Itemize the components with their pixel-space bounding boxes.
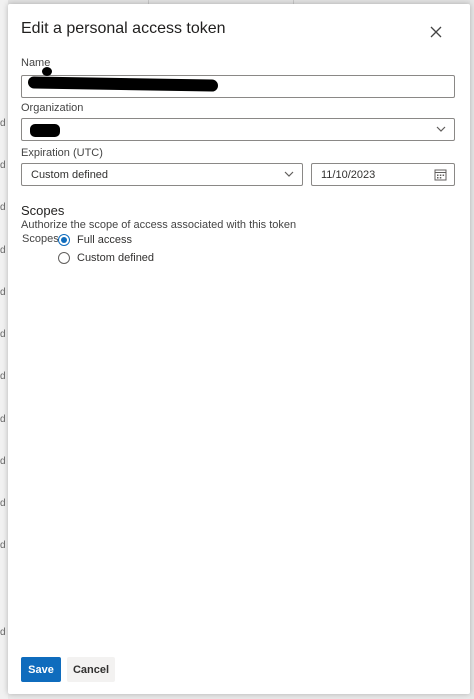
radio-label: Custom defined [77,252,155,264]
redacted-name-value [42,67,52,76]
background-text: d [0,118,6,129]
background-text: d [0,202,6,213]
organization-label: Organization [21,102,84,114]
expiration-label: Expiration (UTC) [21,147,103,159]
background-text: d [0,456,6,467]
calendar-icon[interactable] [434,168,447,181]
radio-button[interactable] [58,252,70,264]
redacted-organization-value [30,124,60,137]
background-text: d [0,245,6,256]
dialog-title: Edit a personal access token [21,20,226,37]
background-text: d [0,287,6,298]
chevron-down-icon [436,126,446,132]
expiration-dropdown[interactable]: Custom defined [21,163,303,186]
background-text: d [0,329,6,340]
background-text: d [0,414,6,425]
background-page-right-edge [470,0,474,699]
scopes-description: Authorize the scope of access associated… [21,219,297,231]
save-button[interactable]: Save [21,657,61,682]
expiration-date-picker[interactable]: 11/10/2023 [311,163,455,186]
redacted-name-value [28,76,218,92]
expiration-selected-value: Custom defined [31,169,109,181]
organization-dropdown[interactable] [21,118,455,141]
edit-token-dialog: Edit a personal access token Name Organi… [8,4,470,694]
scopes-section-title: Scopes [21,203,65,218]
radio-custom-defined[interactable]: Custom defined [58,252,154,264]
radio-label: Full access [77,234,133,246]
background-text: d [0,540,6,551]
expiration-date-value: 11/10/2023 [321,169,376,181]
chevron-down-icon [284,171,294,177]
background-text: d [0,498,6,509]
scopes-label: Scopes [22,233,59,245]
background-text: d [0,627,6,638]
radio-button-checked[interactable] [58,234,70,246]
background-text: d [0,160,6,171]
background-page-left-column: d d d d d d d d d d d d [0,0,8,699]
name-input[interactable] [21,67,455,98]
radio-full-access[interactable]: Full access [58,234,132,246]
close-icon[interactable] [428,24,444,40]
background-text: d [0,371,6,382]
cancel-button[interactable]: Cancel [67,657,115,682]
